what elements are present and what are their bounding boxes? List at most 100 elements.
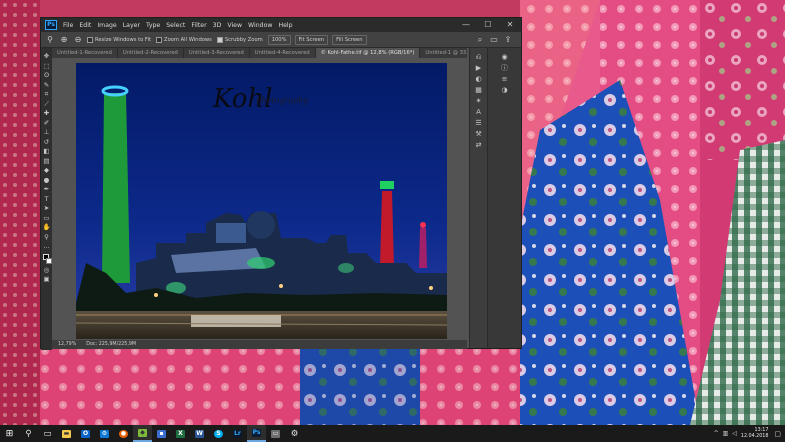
photoshop-window: Ps File Edit Image Layer Type Select Fil… <box>40 17 522 350</box>
workspace-icon[interactable]: ▭ <box>489 35 499 45</box>
photoshop-taskbar-icon[interactable]: Ps <box>247 425 266 442</box>
menu-file[interactable]: File <box>63 22 73 29</box>
channels-panel-icon[interactable]: ◑ <box>501 85 507 96</box>
menu-3d[interactable]: 3D <box>213 22 222 29</box>
outlook-icon[interactable]: O <box>76 425 95 442</box>
search-icon[interactable]: ⌕ <box>475 35 485 45</box>
pen-tool-icon[interactable]: ✒ <box>41 185 52 195</box>
fill-screen-button[interactable]: Fill Screen <box>332 34 367 45</box>
document-tab[interactable]: Untitled-2-Recovered <box>118 48 184 58</box>
brush-panel-icon[interactable]: ✶ <box>476 96 482 107</box>
history-panel-icon[interactable]: ⎌ <box>476 52 482 63</box>
zoom-out-icon[interactable]: ⊖ <box>73 35 83 44</box>
share-icon[interactable]: ⇪ <box>503 35 513 45</box>
maximize-button[interactable]: ☐ <box>477 18 499 32</box>
word-icon[interactable]: W <box>190 425 209 442</box>
skype-icon[interactable]: S <box>209 425 228 442</box>
tool-presets-icon[interactable]: ⚒ <box>475 129 481 140</box>
checkbox-box[interactable] <box>156 36 163 43</box>
history-brush-icon[interactable]: ↺ <box>41 138 52 148</box>
task-view-icon[interactable]: ▭ <box>38 425 57 442</box>
scrubby-zoom-checkbox[interactable]: Scrubby Zoom <box>216 36 263 43</box>
properties-panel-icon[interactable]: ☰ <box>475 118 481 129</box>
menu-edit[interactable]: Edit <box>79 22 91 29</box>
status-bar: 12,79% Doc: 225,9M/225,9M <box>52 340 467 349</box>
browser-icon[interactable]: ▭ <box>266 425 285 442</box>
swatches-panel-icon[interactable]: ▦ <box>475 85 482 96</box>
type-tool-icon[interactable]: T <box>41 195 52 205</box>
quick-mask-icon[interactable]: ◎ <box>41 266 52 276</box>
gradient-tool-icon[interactable]: ▤ <box>41 157 52 167</box>
actions-panel-icon[interactable]: ▶ <box>476 63 481 74</box>
document-tab[interactable]: Untitled-3-Recovered <box>184 48 250 58</box>
menu-view[interactable]: View <box>227 22 242 29</box>
search-icon[interactable]: ⚲ <box>19 425 38 442</box>
document-tab[interactable]: Untitled-4-Recovered <box>250 48 316 58</box>
marquee-tool-icon[interactable]: ⬚ <box>41 62 52 72</box>
lightroom-icon[interactable]: Lr <box>228 425 247 442</box>
document-tab[interactable]: Untitled-1-Recovered <box>52 48 118 58</box>
photo-app-icon[interactable]: ◆ <box>133 425 152 442</box>
zoom-tool-icon[interactable]: ⚲ <box>45 35 55 44</box>
document-tab-active[interactable]: © Kohl-Fathe.tif @ 12,8% (RGB/16*) <box>315 48 421 58</box>
minimize-button[interactable]: — <box>455 18 477 32</box>
zoom-all-windows-checkbox[interactable]: Zoom All Windows <box>156 36 212 43</box>
blur-tool-icon[interactable]: ◆ <box>41 166 52 176</box>
color-panel-icon[interactable]: ◉ <box>501 52 507 63</box>
file-explorer-icon[interactable]: ▬ <box>57 425 76 442</box>
move-tool-icon[interactable]: ✥ <box>41 52 52 62</box>
settings-gear-icon[interactable]: ⚙ <box>285 425 304 442</box>
night-industrial-photo[interactable]: Kohl Photography <box>76 63 447 339</box>
settings-app-icon[interactable]: ⚙ <box>95 425 114 442</box>
zoom-level-readout[interactable]: 12,79% <box>58 342 76 347</box>
dodge-tool-icon[interactable]: ● <box>41 176 52 186</box>
color-swatches[interactable] <box>42 253 52 266</box>
hand-tool-icon[interactable]: ✋ <box>41 223 52 233</box>
brush-tool-icon[interactable]: ✐ <box>41 119 52 129</box>
crop-tool-icon[interactable]: ⌗ <box>41 90 52 100</box>
checkbox-box[interactable] <box>87 36 93 43</box>
excel-icon[interactable]: X <box>171 425 190 442</box>
resize-windows-checkbox[interactable]: Resize Windows to Fit <box>87 36 151 43</box>
menu-filter[interactable]: Filter <box>191 22 206 29</box>
menu-window[interactable]: Window <box>248 22 272 29</box>
quick-select-tool-icon[interactable]: ✎ <box>41 81 52 91</box>
notifications-icon[interactable]: ▢ <box>774 430 781 438</box>
fit-screen-button[interactable]: Fit Screen <box>294 34 329 45</box>
layers-panel-icon[interactable]: ≡ <box>502 74 508 85</box>
canvas-area[interactable]: Kohl Photography <box>52 58 467 340</box>
character-panel-icon[interactable]: A <box>476 107 481 118</box>
chevron-up-icon[interactable]: ^ <box>714 430 719 437</box>
paths-panel-icon[interactable]: ⇄ <box>476 140 482 151</box>
healing-brush-icon[interactable]: ✚ <box>41 109 52 119</box>
save-app-icon[interactable]: ▪ <box>152 425 171 442</box>
path-select-icon[interactable]: ➤ <box>41 204 52 214</box>
background-color-swatch[interactable] <box>45 257 52 264</box>
document-tab[interactable]: Untitled-1 @ 33... <box>420 48 467 58</box>
volume-icon[interactable]: ◁ <box>732 430 737 437</box>
screen-mode-icon[interactable]: ▣ <box>41 275 52 285</box>
zoom-tool-icon[interactable]: ⚲ <box>41 233 52 243</box>
menu-type[interactable]: Type <box>146 22 160 29</box>
menu-image[interactable]: Image <box>97 22 116 29</box>
close-button[interactable]: ✕ <box>499 18 521 32</box>
network-icon[interactable]: ▥ <box>723 430 729 437</box>
zoom-in-icon[interactable]: ⊕ <box>59 35 69 44</box>
menu-help[interactable]: Help <box>278 22 292 29</box>
zoom-100-button[interactable]: 100% <box>267 34 291 45</box>
firefox-icon[interactable]: ● <box>114 425 133 442</box>
clock[interactable]: 13:17 12.04.2018 <box>741 428 768 440</box>
eraser-tool-icon[interactable]: ◧ <box>41 147 52 157</box>
menu-select[interactable]: Select <box>166 22 185 29</box>
clone-stamp-icon[interactable]: ⊥ <box>41 128 52 138</box>
adjust-panel-icon[interactable]: ◐ <box>475 74 481 85</box>
more-tools-icon[interactable]: … <box>41 242 52 252</box>
windows-logo-icon[interactable]: ⊞ <box>0 425 19 442</box>
shape-tool-icon[interactable]: ▭ <box>41 214 52 224</box>
menu-bar: Ps File Edit Image Layer Type Select Fil… <box>41 18 521 32</box>
menu-layer[interactable]: Layer <box>123 22 140 29</box>
checkbox-box-checked[interactable] <box>216 36 223 43</box>
eyedropper-tool-icon[interactable]: ⟋ <box>41 100 52 110</box>
lasso-tool-icon[interactable]: ʘ <box>41 71 52 81</box>
info-panel-icon[interactable]: ⓘ <box>501 63 508 74</box>
